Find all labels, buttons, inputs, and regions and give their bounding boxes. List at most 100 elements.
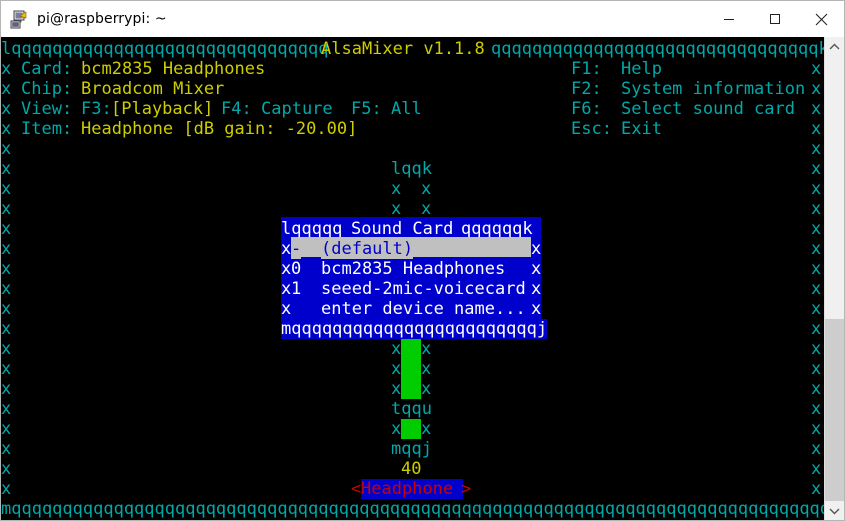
scrollbar-thumb[interactable] <box>825 319 844 501</box>
dialog-row-index[interactable]: 1 <box>291 279 302 299</box>
frame-right-edge: x <box>811 219 822 239</box>
frame-right-edge: x <box>811 439 822 459</box>
dialog-row-index[interactable] <box>291 299 302 319</box>
item-value: Headphone [dB gain: -20.00] <box>81 119 358 139</box>
view-f3-key[interactable]: F3: <box>81 99 112 119</box>
scroll-up-icon[interactable] <box>825 37 844 57</box>
meter-prev-arrow[interactable]: < <box>351 479 361 499</box>
terminal-body[interactable]: lqqqqqqqqqqqqqqqqqqqqqqqqqqqqqqq AlsaMixe… <box>1 37 844 520</box>
meter-fill: aa <box>401 359 422 379</box>
meter-fill: aa <box>401 339 422 359</box>
terminal-scrollbar[interactable] <box>824 37 844 520</box>
meter-left-rail: x <box>391 359 402 379</box>
meter-right-rail: x <box>421 359 432 379</box>
meter-next-arrow[interactable]: > <box>461 479 471 499</box>
view-f4-key[interactable]: F4: <box>221 99 252 119</box>
meter-right-rail: x <box>421 379 432 399</box>
meter-right-rail: x <box>421 419 432 439</box>
dialog-left-border: x <box>281 259 292 279</box>
dialog-title-border-right: qqqqqqk <box>461 219 533 239</box>
view-all-option[interactable]: All <box>391 99 422 119</box>
frame-left-edge: x <box>1 239 12 259</box>
meter-left-rail: x <box>391 379 402 399</box>
fkey-label-0[interactable]: Help <box>621 59 662 79</box>
frame-bottom: mqqqqqqqqqqqqqqqqqqqqqqqqqqqqqqqqqqqqqqq… <box>1 499 826 519</box>
dialog-row-label[interactable]: (default) <box>321 239 414 259</box>
view-f5-key[interactable]: F5: <box>351 99 382 119</box>
close-button[interactable] <box>798 1 844 37</box>
dialog-row-label[interactable]: bcm2835 Headphones <box>321 259 506 279</box>
frame-left-edge: x <box>1 179 12 199</box>
frame-right-edge: x <box>811 479 822 499</box>
window-titlebar[interactable]: pi@raspberrypi: ~ <box>1 1 844 38</box>
fkey-f6[interactable]: F6: <box>571 99 602 119</box>
frame-right-edge: x <box>811 399 822 419</box>
frame-left-edge: x <box>1 339 12 359</box>
dialog-right-border: x <box>531 239 542 259</box>
dialog-row-label[interactable]: seeed-2mic-voicecard <box>321 279 526 299</box>
frame-left-edge: x <box>1 79 12 99</box>
dialog-right-border: x <box>531 279 542 299</box>
frame-left-edge: x <box>1 299 12 319</box>
view-playback-option[interactable]: [Playback] <box>111 99 213 119</box>
fkey-esc[interactable]: Esc: <box>571 119 612 139</box>
frame-right-edge: x <box>811 459 822 479</box>
meter-left-rail: x <box>391 179 402 199</box>
frame-right-edge: x <box>811 359 822 379</box>
frame-right-edge: x <box>811 299 822 319</box>
fkey-f2[interactable]: F2: <box>571 79 602 99</box>
dialog-title: Sound Card <box>351 219 454 239</box>
fkey-label-1[interactable]: System information <box>621 79 805 99</box>
dialog-title-border-left: lqqqqq <box>281 219 343 239</box>
frame-right-edge: x <box>811 339 822 359</box>
frame-right-edge: x <box>811 159 822 179</box>
frame-right-edge: x <box>811 79 822 99</box>
dialog-row-index[interactable]: 0 <box>291 259 302 279</box>
dialog-row-label[interactable]: enter device name... <box>321 299 526 319</box>
dialog-row-index[interactable]: - <box>291 239 302 259</box>
frame-left-edge: x <box>1 459 12 479</box>
fkey-f1[interactable]: F1: <box>571 59 602 79</box>
minimize-button[interactable] <box>706 1 752 37</box>
frame-right-edge: x <box>811 259 822 279</box>
frame-left-edge: x <box>1 319 12 339</box>
window-title: pi@raspberrypi: ~ <box>37 11 167 27</box>
frame-left-edge: x <box>1 59 12 79</box>
frame-left-edge: x <box>1 359 12 379</box>
frame-right-edge: x <box>811 279 822 299</box>
terminal-icon <box>9 9 29 29</box>
frame-right-edge: x <box>811 419 822 439</box>
maximize-button[interactable] <box>752 1 798 37</box>
meter-separator: tqqu <box>391 399 432 419</box>
frame-left-edge: x <box>1 379 12 399</box>
alsamixer-screen[interactable]: lqqqqqqqqqqqqqqqqqqqqqqqqqqqqqqq AlsaMixe… <box>1 37 826 520</box>
frame-right-edge: x <box>811 139 822 159</box>
dialog-left-border: x <box>281 279 292 299</box>
scroll-down-icon[interactable] <box>825 501 844 520</box>
frame-right-edge: x <box>811 379 822 399</box>
frame-left-edge: x <box>1 219 12 239</box>
dialog-right-border: x <box>531 299 542 319</box>
view-label: View: <box>21 99 73 119</box>
meter-knob: OO <box>401 419 422 439</box>
dialog-bottom-border: mqqqqqqqqqqqqqqqqqqqqqqqqj <box>281 319 548 339</box>
frame-left-edge: x <box>1 399 12 419</box>
frame-right-edge: x <box>811 59 822 79</box>
meter-right-rail: x <box>421 339 432 359</box>
frame-left-edge: x <box>1 159 12 179</box>
frame-top-right: qqqqqqqqqqqqqqqqqqqqqqqqqqqqqqqqk <box>491 39 826 59</box>
chip-value: Broadcom Mixer <box>81 79 225 99</box>
fkey-label-3[interactable]: Exit <box>621 119 662 139</box>
frame-right-edge: x <box>811 119 822 139</box>
view-capture-option[interactable]: Capture <box>261 99 333 119</box>
frame-left-edge: x <box>1 279 12 299</box>
fkey-label-2[interactable]: Select sound card <box>621 99 795 119</box>
frame-left-edge: x <box>1 99 12 119</box>
meter-channel-label: Headphone <box>361 479 464 499</box>
frame-left-edge: x <box>1 199 12 219</box>
frame-left-edge: x <box>1 119 12 139</box>
frame-right-edge: x <box>811 99 822 119</box>
frame-right-edge: x <box>811 319 822 339</box>
dialog-right-border: x <box>531 259 542 279</box>
card-value: bcm2835 Headphones <box>81 59 266 79</box>
